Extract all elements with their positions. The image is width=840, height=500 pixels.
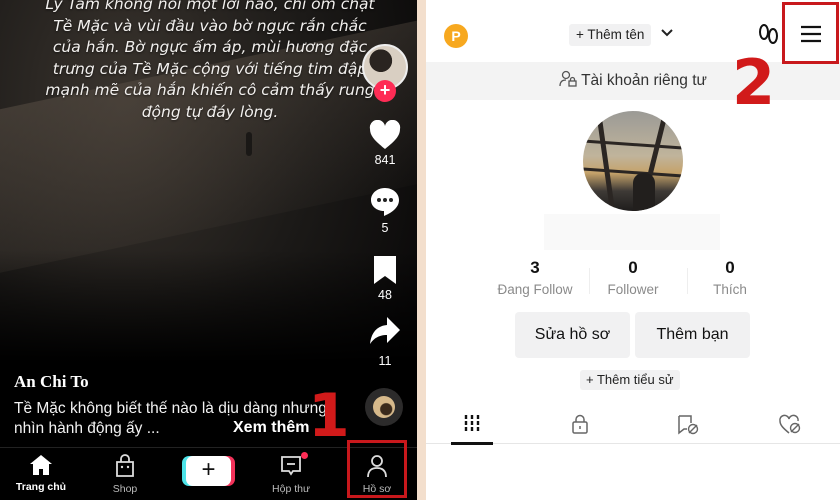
private-account-label: Tài khoản riêng tư: [581, 72, 707, 89]
tab-inbox[interactable]: Hộp thư: [256, 452, 326, 495]
step-marker-1: 1: [308, 381, 350, 451]
shop-bag-icon: [116, 454, 134, 477]
likes-label: Thích: [713, 282, 747, 297]
step-marker-2: 2: [732, 46, 776, 119]
chevron-down-icon[interactable]: [660, 25, 674, 39]
comment-count: 5: [381, 221, 389, 235]
bookmark-button[interactable]: 48: [356, 255, 414, 302]
stat-likes[interactable]: 0 Thích: [675, 258, 785, 297]
heart-icon: [369, 120, 401, 149]
private-account-banner: Tài khoản riêng tư: [426, 62, 840, 100]
tab-videos[interactable]: [442, 414, 502, 445]
like-button[interactable]: 841: [356, 120, 414, 167]
footprint-icon[interactable]: [758, 22, 780, 48]
add-name-button[interactable]: + Thêm tên: [569, 24, 652, 46]
share-icon: [370, 317, 400, 344]
video-feed-screen: Ly Tâm không nói một lời nào, chỉ ôm chặ…: [0, 0, 417, 500]
add-bio-button[interactable]: + Thêm tiểu sử: [580, 370, 680, 390]
follower-count: 0: [628, 258, 638, 277]
avatar-detail: [583, 167, 683, 178]
coin-icon[interactable]: P: [444, 24, 468, 48]
comment-button[interactable]: 5: [356, 186, 414, 235]
inbox-badge: [301, 452, 308, 459]
add-friends-button[interactable]: Thêm bạn: [635, 312, 750, 358]
comment-icon: [371, 188, 399, 216]
liked-hidden-icon: [779, 414, 801, 434]
stat-following[interactable]: 3 Đang Follow: [480, 258, 590, 297]
tab-shop[interactable]: Shop: [90, 454, 160, 495]
tab-liked[interactable]: [760, 414, 820, 444]
avatar-detail: [596, 111, 615, 211]
follow-plus-icon[interactable]: +: [374, 80, 396, 102]
following-label: Đang Follow: [497, 282, 573, 297]
highlight-profile-tab: [347, 440, 407, 498]
share-button[interactable]: 11: [356, 316, 414, 368]
avatar-detail: [583, 139, 683, 150]
following-count: 3: [530, 258, 540, 277]
music-cover: [373, 396, 395, 418]
stat-followers[interactable]: 0 Follower: [578, 258, 688, 297]
tab-shop-label: Shop: [112, 483, 138, 495]
music-disc[interactable]: [365, 388, 403, 426]
see-more-link[interactable]: Xem thêm: [233, 419, 309, 437]
tab-reposts[interactable]: [658, 414, 718, 444]
creator-avatar-button[interactable]: +: [356, 40, 414, 110]
username-redacted: [544, 214, 720, 250]
like-count: 841: [374, 153, 396, 167]
highlight-menu-button: [782, 2, 839, 64]
profile-avatar[interactable]: [583, 111, 683, 211]
share-count: 11: [378, 354, 392, 368]
video-figure: [246, 132, 252, 156]
create-plus-icon: +: [201, 456, 216, 483]
tab-home[interactable]: Trang chủ: [6, 454, 76, 493]
create-button[interactable]: +: [186, 456, 231, 486]
reposts-hidden-icon: [678, 415, 699, 435]
videos-grid-icon: [464, 415, 480, 431]
likes-count: 0: [725, 258, 735, 277]
home-icon: [30, 455, 52, 475]
tab-inbox-label: Hộp thư: [272, 483, 310, 495]
avatar-detail: [633, 173, 655, 211]
tab-private[interactable]: [550, 414, 610, 444]
follower-label: Follower: [607, 282, 659, 297]
private-lock-icon: [572, 414, 588, 434]
inbox-icon: [281, 456, 301, 476]
tutorial-composite: Ly Tâm không nói một lời nào, chỉ ôm chặ…: [0, 0, 840, 500]
profile-screen: P + Thêm tên Tài khoản riêng tư 3 Đang F…: [426, 0, 840, 500]
tab-home-label: Trang chủ: [15, 481, 67, 493]
content-tabs: [426, 404, 840, 445]
bookmark-count: 48: [378, 288, 392, 302]
edit-profile-button[interactable]: Sửa hồ sơ: [515, 312, 630, 358]
bookmark-icon: [374, 256, 396, 284]
video-caption: Ly Tâm không nói một lời nào, chỉ ôm chặ…: [45, 0, 375, 121]
user-lock-icon: [559, 70, 577, 87]
video-author[interactable]: An Chi To: [14, 372, 89, 392]
